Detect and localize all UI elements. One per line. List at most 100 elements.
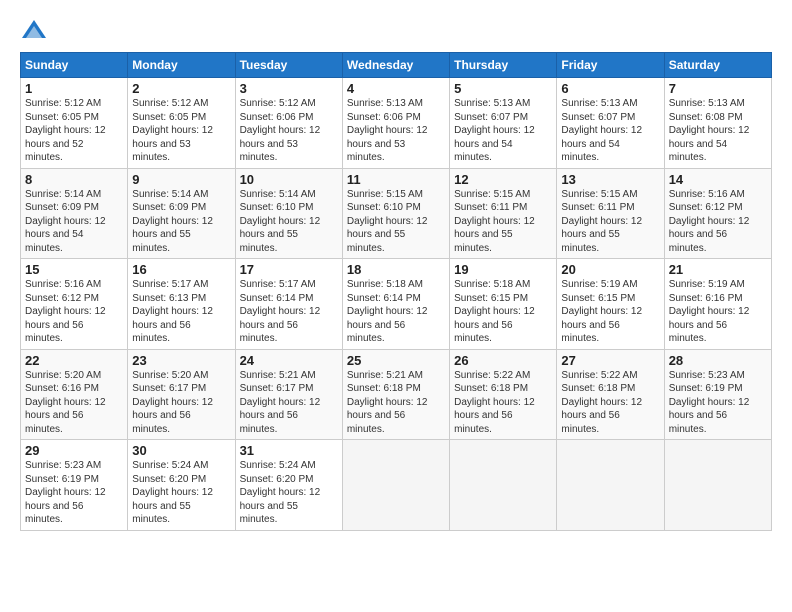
calendar-cell: 11Sunrise: 5:15 AMSunset: 6:10 PMDayligh…: [342, 168, 449, 259]
day-info: Sunrise: 5:23 AMSunset: 6:19 PMDaylight …: [25, 459, 123, 527]
day-number: 8: [25, 172, 123, 187]
logo-icon: [20, 18, 48, 46]
day-number: 23: [132, 353, 230, 368]
day-number: 16: [132, 262, 230, 277]
calendar-cell: [664, 440, 771, 531]
calendar-cell: 17Sunrise: 5:17 AMSunset: 6:14 PMDayligh…: [235, 259, 342, 350]
day-info: Sunrise: 5:13 AMSunset: 6:07 PMDaylight …: [454, 97, 552, 165]
day-number: 17: [240, 262, 338, 277]
calendar-cell: 16Sunrise: 5:17 AMSunset: 6:13 PMDayligh…: [128, 259, 235, 350]
day-info: Sunrise: 5:21 AMSunset: 6:17 PMDaylight …: [240, 369, 338, 437]
day-number: 19: [454, 262, 552, 277]
day-number: 22: [25, 353, 123, 368]
calendar-header-tuesday: Tuesday: [235, 53, 342, 78]
day-number: 13: [561, 172, 659, 187]
day-number: 20: [561, 262, 659, 277]
calendar-cell: 9Sunrise: 5:14 AMSunset: 6:09 PMDaylight…: [128, 168, 235, 259]
day-info: Sunrise: 5:24 AMSunset: 6:20 PMDaylight …: [240, 459, 338, 527]
day-number: 11: [347, 172, 445, 187]
day-info: Sunrise: 5:14 AMSunset: 6:09 PMDaylight …: [25, 188, 123, 256]
calendar-cell: 10Sunrise: 5:14 AMSunset: 6:10 PMDayligh…: [235, 168, 342, 259]
day-info: Sunrise: 5:23 AMSunset: 6:19 PMDaylight …: [669, 369, 767, 437]
calendar-cell: [450, 440, 557, 531]
calendar-cell: 14Sunrise: 5:16 AMSunset: 6:12 PMDayligh…: [664, 168, 771, 259]
calendar-cell: 2Sunrise: 5:12 AMSunset: 6:05 PMDaylight…: [128, 78, 235, 169]
calendar-header-wednesday: Wednesday: [342, 53, 449, 78]
day-info: Sunrise: 5:13 AMSunset: 6:06 PMDaylight …: [347, 97, 445, 165]
day-info: Sunrise: 5:13 AMSunset: 6:07 PMDaylight …: [561, 97, 659, 165]
day-info: Sunrise: 5:12 AMSunset: 6:06 PMDaylight …: [240, 97, 338, 165]
calendar-cell: [342, 440, 449, 531]
calendar-cell: 18Sunrise: 5:18 AMSunset: 6:14 PMDayligh…: [342, 259, 449, 350]
calendar-cell: 7Sunrise: 5:13 AMSunset: 6:08 PMDaylight…: [664, 78, 771, 169]
day-number: 3: [240, 81, 338, 96]
calendar-cell: 8Sunrise: 5:14 AMSunset: 6:09 PMDaylight…: [21, 168, 128, 259]
day-number: 27: [561, 353, 659, 368]
calendar-cell: [557, 440, 664, 531]
day-info: Sunrise: 5:15 AMSunset: 6:11 PMDaylight …: [561, 188, 659, 256]
day-info: Sunrise: 5:21 AMSunset: 6:18 PMDaylight …: [347, 369, 445, 437]
calendar-header-friday: Friday: [557, 53, 664, 78]
calendar-cell: 24Sunrise: 5:21 AMSunset: 6:17 PMDayligh…: [235, 349, 342, 440]
calendar-header-saturday: Saturday: [664, 53, 771, 78]
calendar-cell: 25Sunrise: 5:21 AMSunset: 6:18 PMDayligh…: [342, 349, 449, 440]
day-number: 10: [240, 172, 338, 187]
day-number: 15: [25, 262, 123, 277]
day-info: Sunrise: 5:16 AMSunset: 6:12 PMDaylight …: [25, 278, 123, 346]
page: SundayMondayTuesdayWednesdayThursdayFrid…: [0, 0, 792, 612]
calendar-header-row: SundayMondayTuesdayWednesdayThursdayFrid…: [21, 53, 772, 78]
day-info: Sunrise: 5:15 AMSunset: 6:10 PMDaylight …: [347, 188, 445, 256]
day-info: Sunrise: 5:22 AMSunset: 6:18 PMDaylight …: [454, 369, 552, 437]
day-number: 29: [25, 443, 123, 458]
calendar-cell: 29Sunrise: 5:23 AMSunset: 6:19 PMDayligh…: [21, 440, 128, 531]
calendar-cell: 13Sunrise: 5:15 AMSunset: 6:11 PMDayligh…: [557, 168, 664, 259]
day-number: 25: [347, 353, 445, 368]
calendar-cell: 1Sunrise: 5:12 AMSunset: 6:05 PMDaylight…: [21, 78, 128, 169]
day-info: Sunrise: 5:12 AMSunset: 6:05 PMDaylight …: [25, 97, 123, 165]
calendar-cell: 21Sunrise: 5:19 AMSunset: 6:16 PMDayligh…: [664, 259, 771, 350]
day-info: Sunrise: 5:19 AMSunset: 6:15 PMDaylight …: [561, 278, 659, 346]
logo: [20, 18, 52, 46]
day-number: 9: [132, 172, 230, 187]
day-number: 7: [669, 81, 767, 96]
calendar-cell: 27Sunrise: 5:22 AMSunset: 6:18 PMDayligh…: [557, 349, 664, 440]
day-info: Sunrise: 5:16 AMSunset: 6:12 PMDaylight …: [669, 188, 767, 256]
calendar-cell: 28Sunrise: 5:23 AMSunset: 6:19 PMDayligh…: [664, 349, 771, 440]
day-info: Sunrise: 5:17 AMSunset: 6:13 PMDaylight …: [132, 278, 230, 346]
day-info: Sunrise: 5:15 AMSunset: 6:11 PMDaylight …: [454, 188, 552, 256]
day-number: 6: [561, 81, 659, 96]
calendar-cell: 3Sunrise: 5:12 AMSunset: 6:06 PMDaylight…: [235, 78, 342, 169]
day-info: Sunrise: 5:13 AMSunset: 6:08 PMDaylight …: [669, 97, 767, 165]
calendar-cell: 15Sunrise: 5:16 AMSunset: 6:12 PMDayligh…: [21, 259, 128, 350]
calendar-row-5: 29Sunrise: 5:23 AMSunset: 6:19 PMDayligh…: [21, 440, 772, 531]
day-number: 2: [132, 81, 230, 96]
day-info: Sunrise: 5:20 AMSunset: 6:17 PMDaylight …: [132, 369, 230, 437]
calendar-row-3: 15Sunrise: 5:16 AMSunset: 6:12 PMDayligh…: [21, 259, 772, 350]
day-number: 5: [454, 81, 552, 96]
calendar-cell: 4Sunrise: 5:13 AMSunset: 6:06 PMDaylight…: [342, 78, 449, 169]
calendar-cell: 6Sunrise: 5:13 AMSunset: 6:07 PMDaylight…: [557, 78, 664, 169]
day-info: Sunrise: 5:24 AMSunset: 6:20 PMDaylight …: [132, 459, 230, 527]
calendar-row-2: 8Sunrise: 5:14 AMSunset: 6:09 PMDaylight…: [21, 168, 772, 259]
calendar-cell: 31Sunrise: 5:24 AMSunset: 6:20 PMDayligh…: [235, 440, 342, 531]
day-number: 31: [240, 443, 338, 458]
day-info: Sunrise: 5:14 AMSunset: 6:10 PMDaylight …: [240, 188, 338, 256]
calendar-header-monday: Monday: [128, 53, 235, 78]
calendar-row-1: 1Sunrise: 5:12 AMSunset: 6:05 PMDaylight…: [21, 78, 772, 169]
day-info: Sunrise: 5:12 AMSunset: 6:05 PMDaylight …: [132, 97, 230, 165]
day-number: 12: [454, 172, 552, 187]
calendar-cell: 26Sunrise: 5:22 AMSunset: 6:18 PMDayligh…: [450, 349, 557, 440]
day-info: Sunrise: 5:18 AMSunset: 6:14 PMDaylight …: [347, 278, 445, 346]
header: [20, 18, 772, 46]
calendar-cell: 30Sunrise: 5:24 AMSunset: 6:20 PMDayligh…: [128, 440, 235, 531]
day-number: 18: [347, 262, 445, 277]
day-info: Sunrise: 5:22 AMSunset: 6:18 PMDaylight …: [561, 369, 659, 437]
day-number: 1: [25, 81, 123, 96]
day-number: 4: [347, 81, 445, 96]
calendar-cell: 20Sunrise: 5:19 AMSunset: 6:15 PMDayligh…: [557, 259, 664, 350]
calendar-table: SundayMondayTuesdayWednesdayThursdayFrid…: [20, 52, 772, 531]
day-info: Sunrise: 5:19 AMSunset: 6:16 PMDaylight …: [669, 278, 767, 346]
calendar-cell: 12Sunrise: 5:15 AMSunset: 6:11 PMDayligh…: [450, 168, 557, 259]
calendar-header-sunday: Sunday: [21, 53, 128, 78]
day-info: Sunrise: 5:14 AMSunset: 6:09 PMDaylight …: [132, 188, 230, 256]
